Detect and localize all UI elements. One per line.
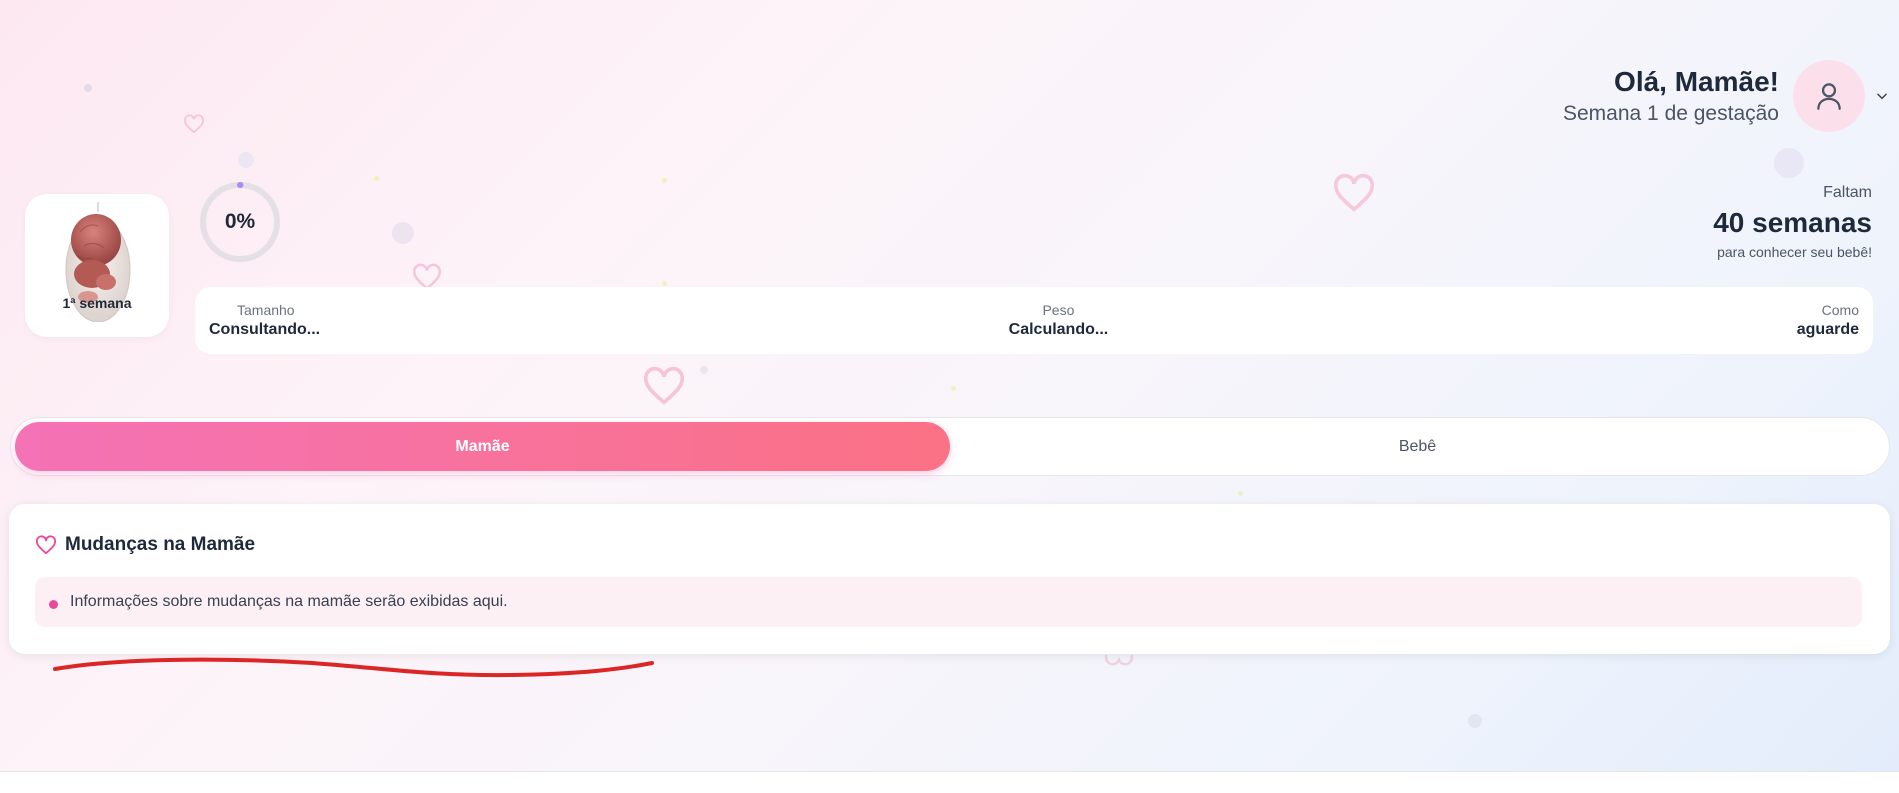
greeting: Olá, Mamãe! Semana 1 de gestação (1563, 64, 1779, 128)
decor-dot (238, 152, 254, 168)
remaining-value: 40 semanas (1713, 207, 1872, 238)
user-menu-toggle[interactable] (1865, 60, 1899, 132)
tab-bebe[interactable]: Bebê (950, 422, 1885, 471)
stat-size: Tamanho Consultando... (209, 301, 320, 341)
stat-size-label: Tamanho (237, 301, 295, 318)
remaining-time: Faltam 40 semanas para conhecer seu bebê… (1713, 183, 1872, 261)
stat-comparison: Como aguarde (1797, 301, 1859, 341)
decor-dot (374, 176, 379, 181)
stat-weight-value: Calculando... (1008, 320, 1109, 338)
card-header: Mudanças na Mamãe (35, 534, 255, 556)
bullet-icon (49, 599, 58, 609)
user-icon (1817, 83, 1841, 110)
progress-ring: 0% (198, 180, 282, 264)
decor-dot (1774, 148, 1804, 178)
decor-heart-icon (183, 114, 205, 134)
header: Olá, Mamãe! Semana 1 de gestação (1563, 60, 1899, 132)
remaining-subtitle: para conhecer seu bebê! (1717, 244, 1872, 260)
gestation-week-subtitle: Semana 1 de gestação (1563, 102, 1779, 125)
greeting-title: Olá, Mamãe! (1614, 66, 1779, 97)
baby-stats-bar: Tamanho Consultando... Peso Calculando..… (195, 287, 1873, 354)
stat-size-value: Consultando... (209, 320, 321, 338)
decor-dot (1468, 714, 1482, 728)
annotation-underline (53, 657, 654, 678)
stat-weight-label: Peso (1042, 301, 1075, 318)
decor-heart-icon (1104, 652, 1134, 668)
progress-percent: 0% (224, 210, 256, 233)
week-card: 1ª semana (25, 194, 169, 337)
decor-dot (392, 222, 414, 244)
decor-dot (700, 366, 708, 374)
decor-dot (662, 281, 667, 286)
info-list-item: Informações sobre mudanças na mamãe serã… (35, 577, 1862, 627)
decor-heart-icon (642, 366, 686, 406)
card-title: Mudanças na Mamãe (65, 534, 256, 555)
decor-dot (951, 386, 956, 391)
stat-comparison-value: aguarde (1796, 320, 1859, 338)
user-avatar-button[interactable] (1793, 60, 1865, 132)
week-label: 1ª semana (62, 295, 132, 311)
stat-comparison-label: Como (1821, 301, 1859, 318)
remaining-label: Faltam (1823, 184, 1872, 201)
tab-mamae[interactable]: Mamãe (15, 422, 950, 471)
stat-weight: Peso Calculando... (1009, 301, 1109, 341)
decor-dot (662, 178, 667, 183)
decor-heart-icon (1332, 173, 1376, 213)
tab-bar: Mamãe Bebê (10, 417, 1890, 476)
chevron-down-icon (1877, 93, 1887, 100)
info-text: Informações sobre mudanças na mamãe serã… (70, 593, 508, 610)
footer-strip (0, 772, 1899, 793)
decor-dot (84, 84, 92, 92)
mom-changes-card: Mudanças na Mamãe Informações sobre muda… (9, 504, 1890, 654)
heart-icon (36, 535, 56, 555)
decor-dot (1238, 491, 1243, 496)
